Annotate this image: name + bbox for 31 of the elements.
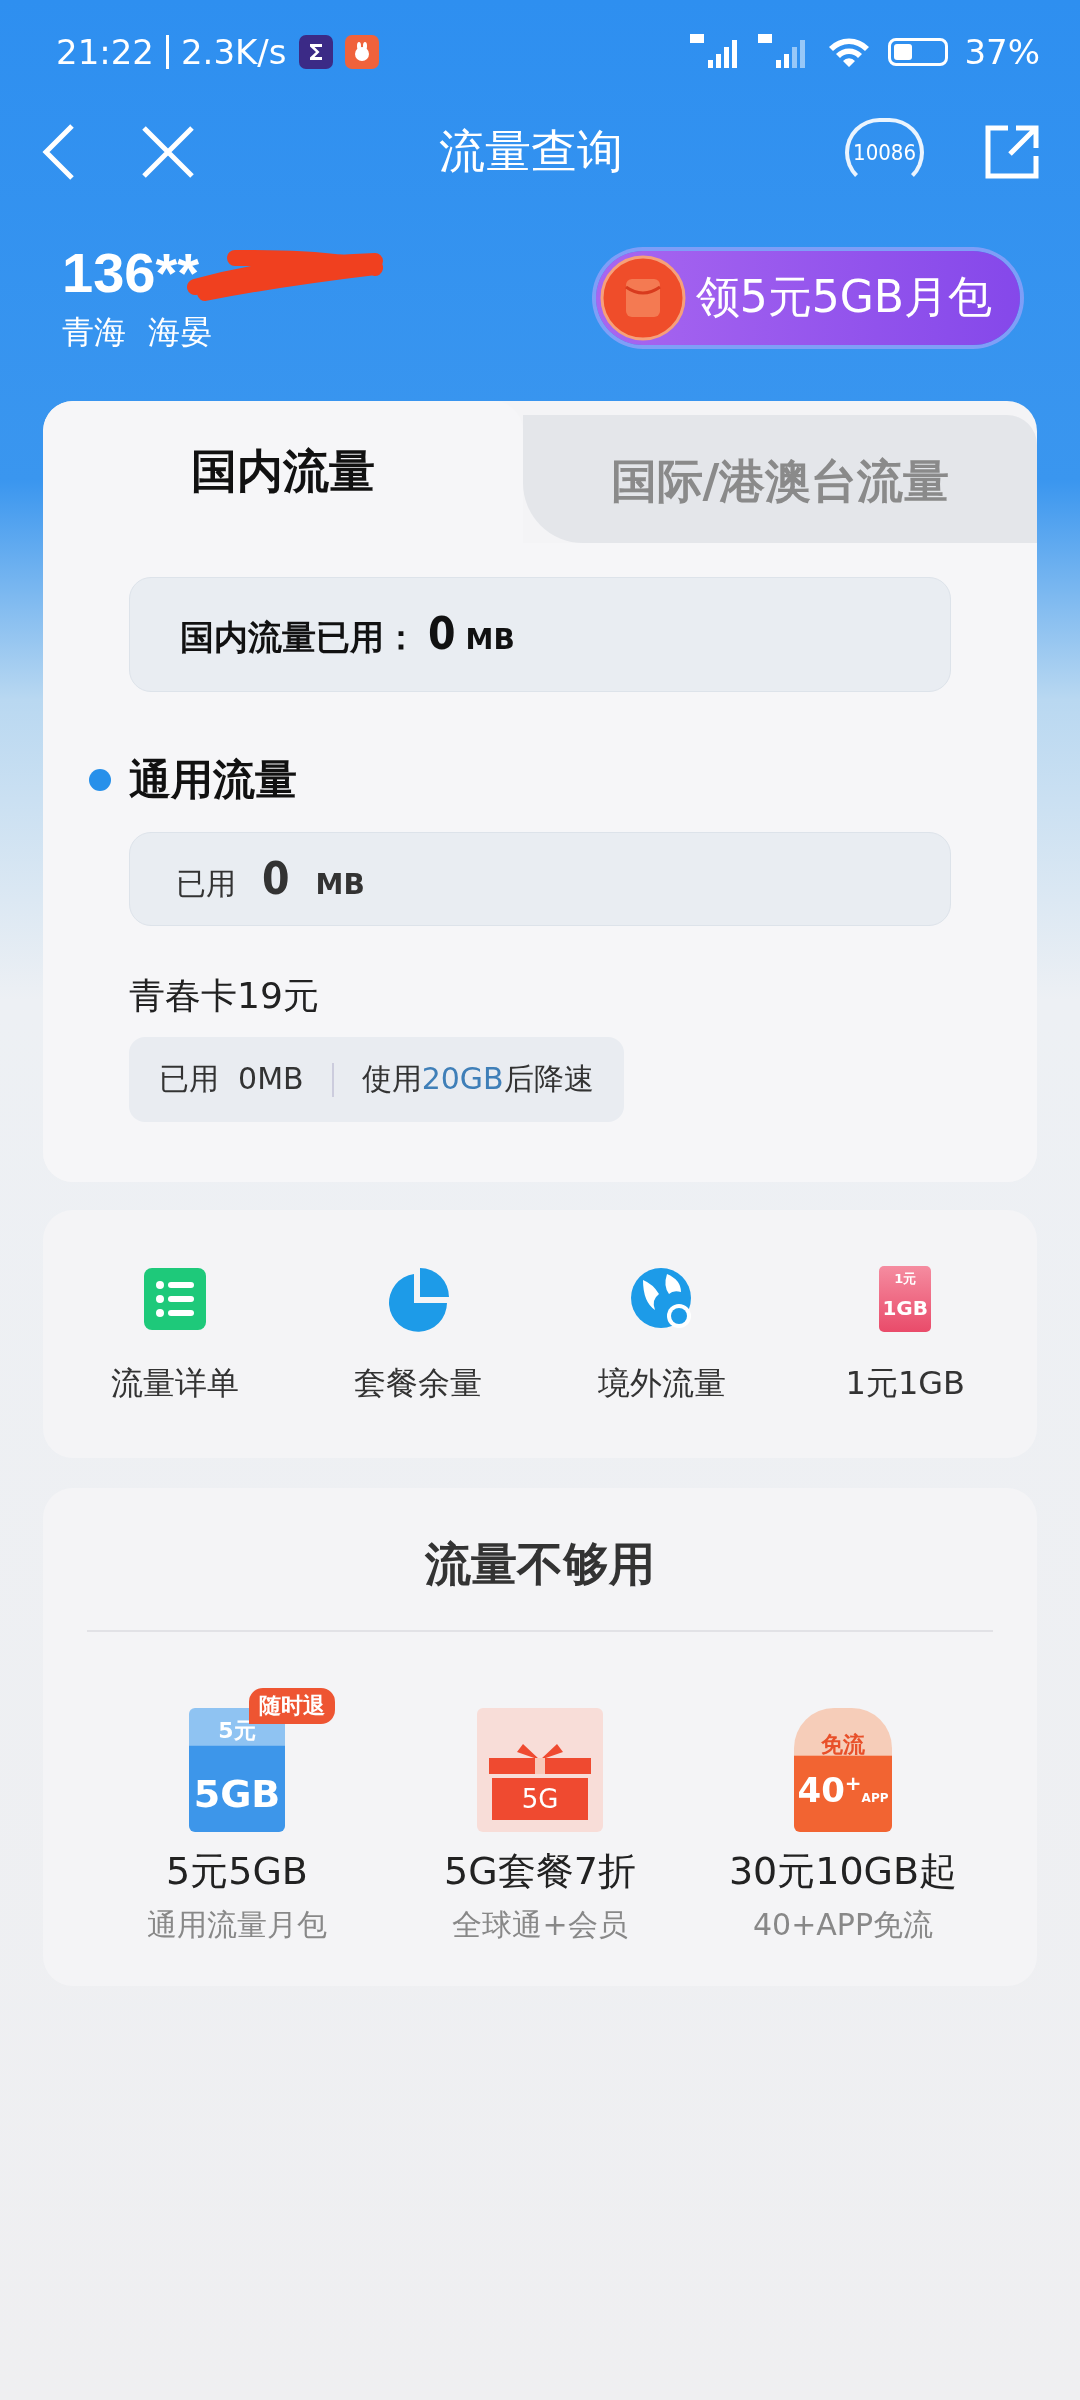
region-text: 海晏	[148, 312, 212, 353]
shortcut-item[interactable]: 套餐余量	[298, 1266, 539, 1406]
bunny-icon	[344, 35, 379, 69]
share-icon[interactable]	[984, 124, 1040, 180]
shortcut-item[interactable]: 境外流量	[541, 1266, 782, 1406]
region-text: 青海	[62, 312, 126, 353]
free-data-picture: 免流 40$^{+}$ APP	[794, 1708, 892, 1832]
envelope-icon	[599, 254, 686, 341]
plan-name: 青春卡19元	[129, 974, 320, 1018]
usage-box: 已用 0 MB	[129, 832, 951, 926]
promo-button[interactable]: 领5元5GB月包	[595, 250, 1020, 345]
status-time: 21:22	[56, 32, 154, 72]
shortcut-item[interactable]: 流量详单	[54, 1266, 295, 1406]
data-card-icon: 1元 1GB	[879, 1266, 932, 1332]
list-icon	[143, 1266, 206, 1332]
network-speed: 2.3K/s	[181, 32, 287, 72]
offer-item[interactable]: 5G 5G套餐7折 全球通+会员	[390, 1682, 690, 1946]
usage-summary: 国内流量已用： 0 MB	[129, 577, 951, 692]
battery-icon	[888, 38, 949, 66]
offer-item[interactable]: 免流 40$^{+}$ APP 30元10GB起 40+APP免流	[693, 1682, 993, 1946]
gift-picture: 5G	[477, 1708, 603, 1832]
battery-percent: 37%	[964, 32, 1040, 72]
bullet-dot	[89, 769, 111, 791]
section-title: 流量不够用	[87, 1488, 993, 1632]
plan-usage-pill: 已用 0MB 使用20GB后降速	[129, 1037, 624, 1122]
page-title: 流量查询	[437, 123, 624, 180]
shortcut-item[interactable]: 1元 1GB 1元1GB	[785, 1266, 1026, 1406]
phone-number: 136**	[62, 240, 200, 305]
section-title: 通用流量	[129, 754, 297, 806]
close-icon[interactable]	[140, 124, 196, 180]
sigma-icon	[298, 35, 333, 69]
